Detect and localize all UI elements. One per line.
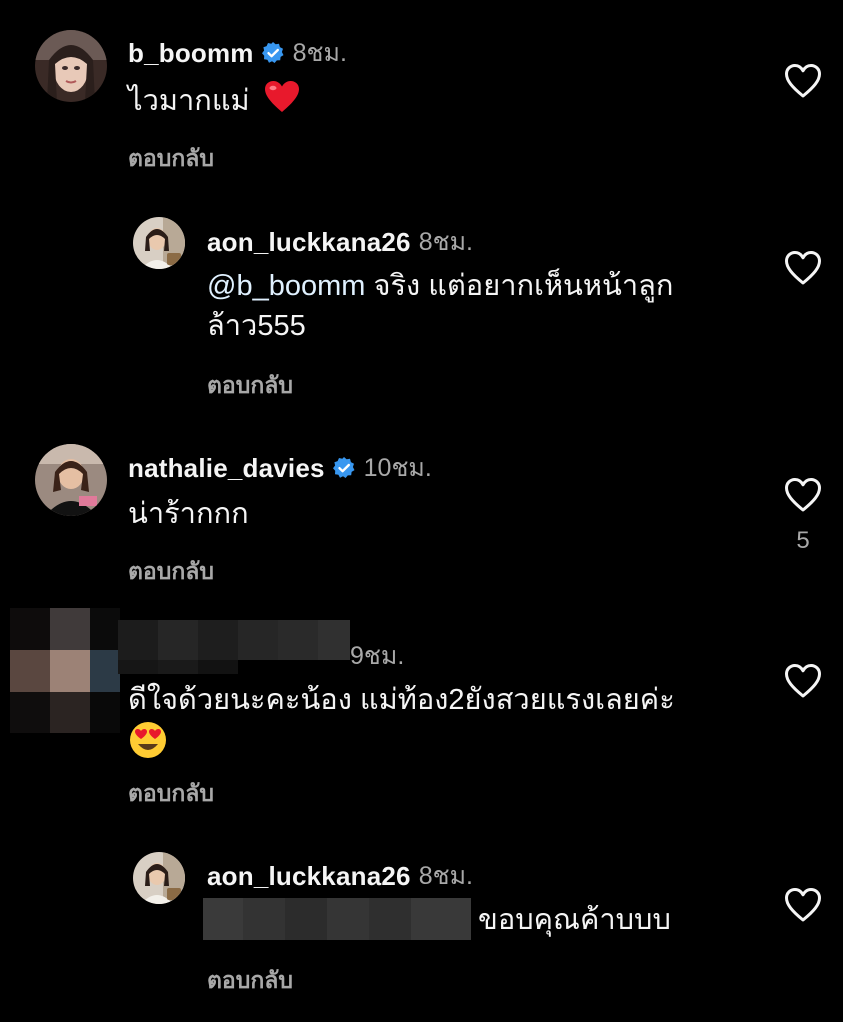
comment-body: ไวมากแม่ (128, 85, 250, 118)
heart-outline-icon[interactable] (784, 663, 822, 699)
comment-reply-item: aon_luckkana26 8ชม. ขอบคุณค้าบบบ ตอบกลับ (0, 830, 843, 1022)
avatar[interactable] (133, 852, 185, 904)
comment-body-line1: ดีใจด้วยนะคะน้อง แม่ท้อง2ยังสวยแรงเลยค่ะ (128, 684, 675, 716)
avatar[interactable] (35, 30, 107, 102)
comment-header: 9ชม. (350, 636, 404, 676)
heart-outline-icon[interactable] (784, 250, 822, 286)
username[interactable]: aon_luckkana26 (207, 227, 411, 258)
comment-text: ขอบคุณค้าบบบ (478, 900, 671, 940)
heart-eyes-emoji (128, 720, 168, 771)
reply-button[interactable]: ตอบกลับ (207, 963, 293, 999)
comment-header: nathalie_davies 10ชม. (128, 448, 432, 488)
comment-item: nathalie_davies 10ชม. น่าร้ากกก ตอบกลับ … (0, 430, 843, 600)
username[interactable]: nathalie_davies (128, 453, 325, 484)
redacted-username-lower (118, 660, 238, 674)
comment-item: 9ชม. ดีใจด้วยนะคะน้อง แม่ท้อง2ยังสวยแรงเ… (0, 600, 843, 830)
comment-text: ไวมากแม่ (128, 80, 300, 125)
timestamp: 10ชม. (363, 454, 432, 482)
verified-badge-icon (332, 456, 356, 480)
heart-emoji (264, 80, 300, 125)
heart-outline-icon[interactable] (784, 887, 822, 923)
pixelated-avatar[interactable] (10, 608, 120, 733)
timestamp: 9ชม. (350, 642, 405, 670)
comment-header: aon_luckkana26 8ชม. (207, 856, 473, 896)
reply-button[interactable]: ตอบกลับ (128, 141, 214, 177)
username[interactable]: aon_luckkana26 (207, 861, 411, 892)
comment-header: b_boomm 8ชม. (128, 33, 347, 73)
comment-body-line1: จริง แต่อยากเห็นหน้าลูก (373, 270, 674, 302)
heart-outline-icon[interactable] (784, 63, 822, 99)
redacted-username (118, 620, 350, 660)
timestamp: 8ชม. (292, 39, 347, 67)
comment-item: b_boomm 8ชม. ไวมากแม่ ตอบกลับ (0, 0, 843, 200)
comment-reply-item: aon_luckkana26 8ชม. @b_boomm จริง แต่อยา… (0, 200, 843, 430)
comment-body: ขอบคุณค้าบบบ (478, 904, 671, 936)
comment-body: น่าร้ากกก (128, 498, 249, 530)
timestamp: 8ชม. (418, 862, 473, 890)
comment-text: @b_boomm จริง แต่อยากเห็นหน้าลูก ล้าว555 (207, 266, 767, 346)
avatar[interactable] (35, 444, 107, 516)
username[interactable]: b_boomm (128, 38, 254, 69)
comment-text: ดีใจด้วยนะคะน้อง แม่ท้อง2ยังสวยแรงเลยค่ะ (128, 680, 768, 771)
heart-outline-icon[interactable] (784, 477, 822, 513)
mention-link[interactable]: @b_boomm (207, 270, 365, 302)
avatar[interactable] (133, 217, 185, 269)
like-count: 5 (796, 527, 810, 554)
comment-header: aon_luckkana26 8ชม. (207, 222, 473, 262)
redacted-mention (203, 898, 471, 940)
timestamp: 8ชม. (418, 228, 473, 256)
reply-button[interactable]: ตอบกลับ (207, 368, 293, 404)
verified-badge-icon (261, 41, 285, 65)
reply-button[interactable]: ตอบกลับ (128, 554, 214, 590)
reply-button[interactable]: ตอบกลับ (128, 776, 214, 812)
comment-text: น่าร้ากกก (128, 494, 249, 534)
comment-body-line2: ล้าว555 (207, 310, 306, 342)
